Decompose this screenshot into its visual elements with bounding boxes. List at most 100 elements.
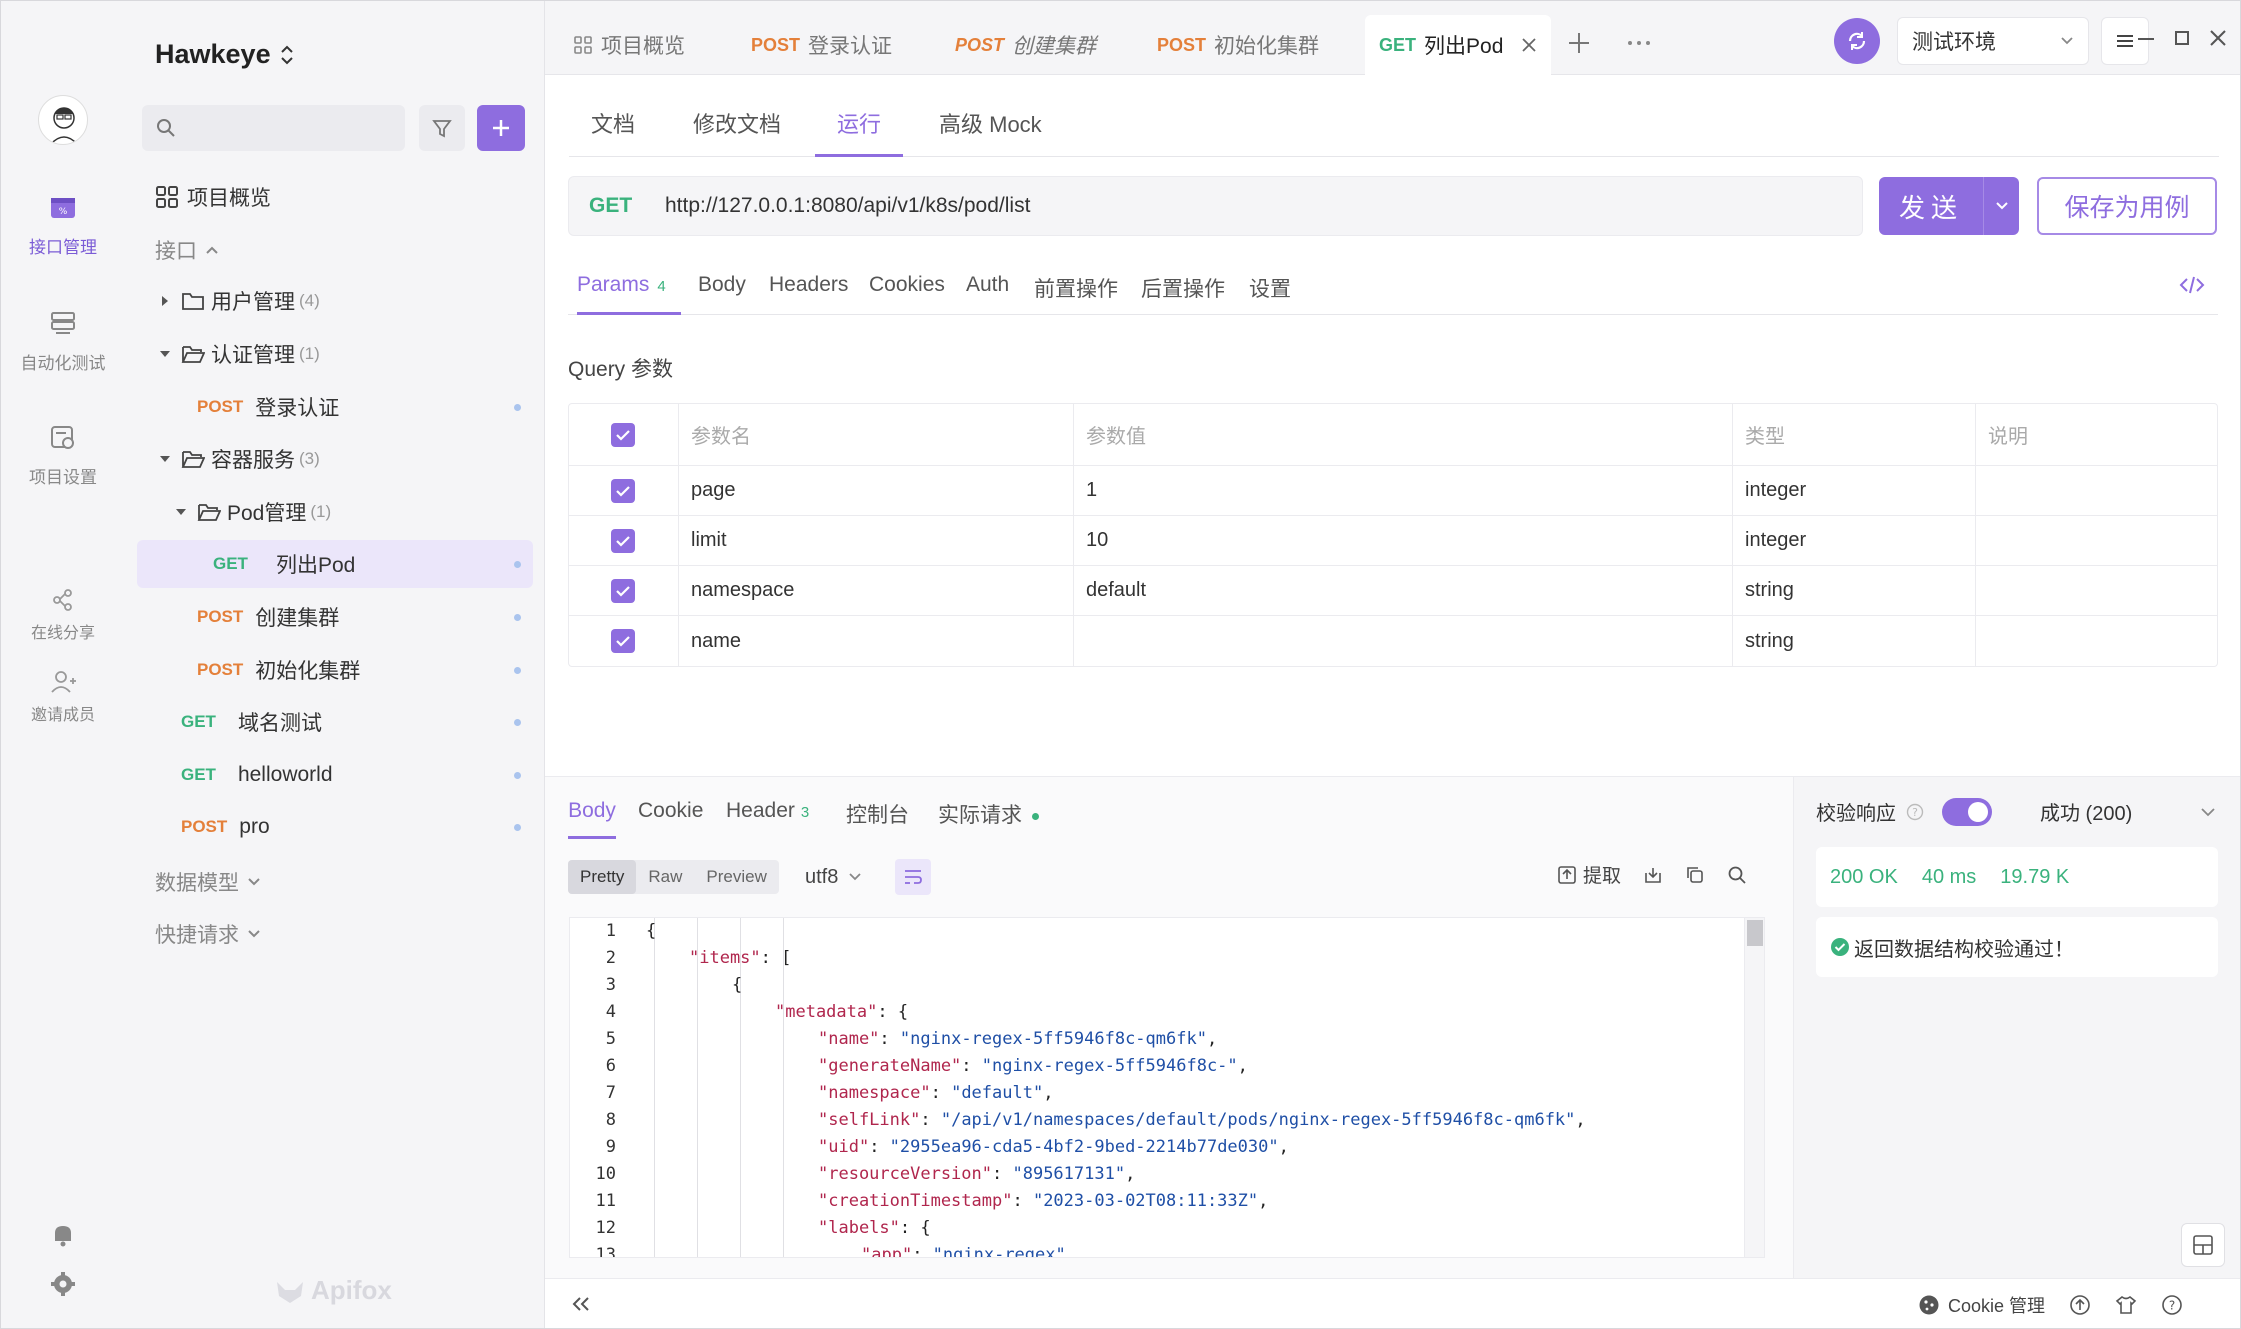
param-desc-cell[interactable]: [1976, 466, 2219, 515]
maximize-icon[interactable]: [2171, 29, 2193, 49]
rail-online-share[interactable]: 在线分享: [1, 585, 125, 643]
tab-init-cluster[interactable]: POST 初始化集群: [1143, 15, 1333, 75]
param-desc-cell[interactable]: [1976, 616, 2219, 666]
param-desc-cell[interactable]: [1976, 516, 2219, 565]
rail-automated-testing[interactable]: 自动化测试: [1, 309, 125, 374]
search-icon[interactable]: [1727, 865, 1747, 885]
select-all-checkbox[interactable]: [569, 404, 679, 465]
more-tabs-button[interactable]: [1627, 39, 1651, 47]
search-input[interactable]: [142, 105, 405, 151]
help-icon[interactable]: ?: [2161, 1294, 2183, 1316]
param-name-cell[interactable]: limit: [679, 516, 1074, 565]
param-type-cell[interactable]: integer: [1733, 466, 1976, 515]
tab-project-overview[interactable]: 项目概览: [559, 15, 699, 75]
param-name-cell[interactable]: page: [679, 466, 1074, 515]
encoding-select[interactable]: utf8: [805, 860, 862, 894]
tab-cookies[interactable]: Cookies: [869, 273, 945, 315]
resp-tab-body[interactable]: Body: [568, 799, 616, 839]
param-desc-cell[interactable]: [1976, 566, 2219, 615]
api-init-cluster[interactable]: POST 初始化集群: [137, 646, 533, 694]
response-body-editor[interactable]: 1 2 3 4 5 6 7 8 9 10 11 12 13 {"items": [{"metadata"…: [569, 917, 1765, 1258]
tab-headers[interactable]: Headers: [769, 273, 848, 315]
format-raw[interactable]: Raw: [636, 860, 694, 894]
send-options-button[interactable]: [1983, 177, 2019, 235]
project-overview-item[interactable]: 项目概览: [155, 173, 525, 221]
environment-sync-button[interactable]: [1834, 18, 1880, 64]
tab-pre-operation[interactable]: 前置操作: [1034, 273, 1118, 315]
format-preview[interactable]: Preview: [694, 860, 778, 894]
validate-toggle[interactable]: [1942, 797, 1992, 826]
api-pro[interactable]: POST pro: [137, 803, 533, 851]
vertical-scrollbar[interactable]: [1744, 918, 1764, 1257]
close-icon[interactable]: [1521, 37, 1537, 53]
tab-post-operation[interactable]: 后置操作: [1141, 273, 1225, 315]
close-window-icon[interactable]: [2207, 29, 2229, 49]
folder-user-management[interactable]: 用户管理 (4): [137, 277, 533, 325]
rail-invite-members[interactable]: 邀请成员: [1, 667, 125, 725]
resp-tab-actual-request[interactable]: 实际请求: [938, 799, 1039, 839]
tab-create-cluster[interactable]: POST 创建集群: [941, 15, 1110, 75]
avatar[interactable]: [38, 95, 88, 145]
row-checkbox[interactable]: [569, 516, 679, 565]
param-value-cell[interactable]: default: [1074, 566, 1733, 615]
api-list-pod[interactable]: GET 列出Pod: [137, 540, 533, 588]
chevron-down-icon[interactable]: [2200, 807, 2216, 817]
bell-icon[interactable]: [49, 1221, 77, 1249]
minimize-icon[interactable]: [2135, 29, 2157, 49]
filter-button[interactable]: [419, 105, 465, 151]
rail-project-settings[interactable]: 项目设置: [1, 423, 125, 488]
tab-params[interactable]: Params 4: [577, 273, 681, 315]
request-method[interactable]: GET: [589, 194, 665, 218]
code-snippet-icon[interactable]: [2179, 275, 2205, 295]
tab-edit-doc[interactable]: 修改文档: [693, 107, 781, 157]
folder-container-service[interactable]: 容器服务 (3): [137, 435, 533, 483]
gear-icon[interactable]: [49, 1270, 77, 1298]
download-icon[interactable]: [1643, 865, 1663, 885]
tab-list-pod[interactable]: GET 列出Pod: [1365, 15, 1551, 75]
api-login-auth[interactable]: POST 登录认证: [137, 383, 533, 431]
param-type-cell[interactable]: string: [1733, 616, 1976, 666]
tab-auth[interactable]: Auth: [966, 273, 1009, 315]
tab-advanced-mock[interactable]: 高级 Mock: [939, 107, 1042, 157]
save-as-case-button[interactable]: 保存为用例: [2037, 177, 2217, 235]
project-switcher[interactable]: Hawkeye: [155, 39, 295, 70]
environment-select[interactable]: 测试环境: [1897, 17, 2089, 65]
tab-doc[interactable]: 文档: [591, 107, 635, 157]
new-tab-button[interactable]: [1567, 31, 1591, 55]
help-icon[interactable]: ?: [1906, 803, 1924, 821]
shirt-icon[interactable]: [2115, 1294, 2137, 1316]
row-checkbox[interactable]: [569, 466, 679, 515]
word-wrap-button[interactable]: [895, 859, 931, 895]
format-pretty[interactable]: Pretty: [568, 860, 637, 894]
tab-body[interactable]: Body: [698, 273, 746, 315]
upload-icon[interactable]: [2069, 1294, 2091, 1316]
cookie-manager-button[interactable]: Cookie 管理: [1918, 1292, 2045, 1318]
param-value-cell[interactable]: [1074, 616, 1733, 666]
param-value-cell[interactable]: 1: [1074, 466, 1733, 515]
interfaces-group[interactable]: 接口: [155, 235, 219, 265]
resp-tab-console[interactable]: 控制台: [846, 799, 909, 839]
data-model-group[interactable]: 数据模型: [155, 867, 261, 897]
copy-icon[interactable]: [1685, 865, 1705, 885]
extract-button[interactable]: 提取: [1557, 861, 1621, 888]
folder-pod-management[interactable]: Pod管理 (1): [137, 488, 533, 536]
row-checkbox[interactable]: [569, 566, 679, 615]
param-value-cell[interactable]: 10: [1074, 516, 1733, 565]
folder-auth-management[interactable]: 认证管理 (1): [137, 330, 533, 378]
api-create-cluster[interactable]: POST 创建集群: [137, 593, 533, 641]
resp-tab-header[interactable]: Header 3: [726, 799, 809, 839]
param-name-cell[interactable]: namespace: [679, 566, 1074, 615]
rail-interface-management[interactable]: % 接口管理: [1, 193, 125, 258]
row-checkbox[interactable]: [569, 616, 679, 666]
param-name-cell[interactable]: name: [679, 616, 1074, 666]
tab-settings[interactable]: 设置: [1249, 273, 1291, 315]
send-button[interactable]: 发送: [1879, 177, 2019, 235]
collapse-sidebar-button[interactable]: [571, 1295, 591, 1313]
param-type-cell[interactable]: string: [1733, 566, 1976, 615]
add-button[interactable]: [477, 105, 525, 151]
quick-request-group[interactable]: 快捷请求: [155, 919, 261, 949]
tab-run[interactable]: 运行: [815, 107, 903, 157]
url-input[interactable]: GET http://127.0.0.1:8080/api/v1/k8s/pod…: [568, 176, 1863, 236]
tab-login-auth[interactable]: POST 登录认证: [737, 15, 906, 75]
api-helloworld[interactable]: GET helloworld: [137, 751, 533, 799]
